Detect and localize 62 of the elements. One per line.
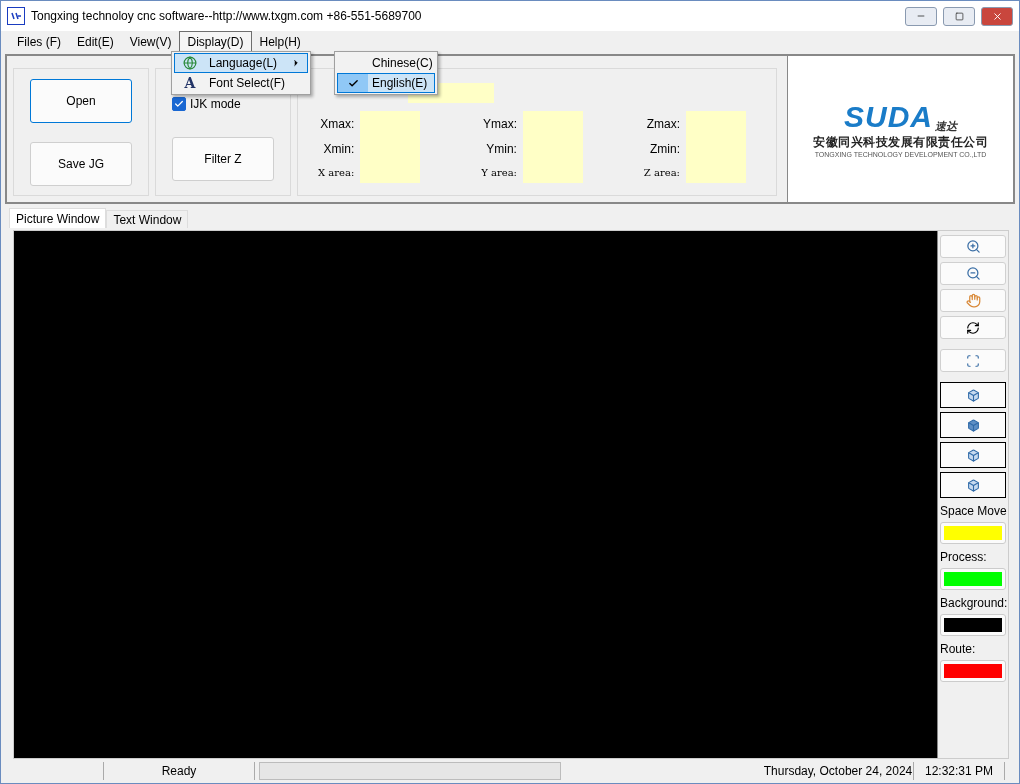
color-label: Space Move xyxy=(940,504,1006,518)
menu-item[interactable]: Files (F) xyxy=(9,31,69,52)
tab[interactable]: Picture Window xyxy=(9,208,107,228)
tool-button[interactable] xyxy=(940,412,1006,438)
filter-z-button[interactable]: Filter Z xyxy=(172,137,274,181)
area-label: X area: xyxy=(318,166,355,178)
value-field xyxy=(522,111,583,183)
check-icon xyxy=(174,99,184,109)
submenu-arrow-icon xyxy=(291,58,301,68)
value-field xyxy=(360,111,421,183)
area-label: Y area: xyxy=(481,166,517,178)
maximize-button[interactable] xyxy=(943,6,975,26)
menu-entry[interactable]: Language(L) xyxy=(174,53,308,73)
menu-item[interactable]: Edit(E) xyxy=(69,31,122,52)
min-label: Zmin: xyxy=(650,141,680,156)
min-label: Xmin: xyxy=(323,141,355,156)
status-time: 12:32:31 PM xyxy=(914,762,1005,780)
zoom-in-icon xyxy=(965,239,981,254)
cube-icon xyxy=(966,448,980,462)
menu-entry[interactable]: A Font Select(F) xyxy=(174,73,308,93)
hand-icon xyxy=(965,293,981,308)
tool-button[interactable] xyxy=(940,382,1006,408)
rotate-icon xyxy=(966,320,980,335)
menu-item[interactable]: View(V) xyxy=(121,31,180,52)
toolbar-button[interactable]: Open xyxy=(30,78,132,123)
font-icon: A xyxy=(184,75,196,91)
area-label: Z area: xyxy=(643,166,680,178)
brand-logo: SUDA xyxy=(844,100,933,134)
cube-icon xyxy=(966,388,980,402)
menu-item[interactable]: Help(H) xyxy=(251,31,309,52)
window-title: Tongxing technoloy cnc software--http://www.txgm.com +86-551-5689700 xyxy=(31,9,423,23)
max-label: Xmax: xyxy=(320,116,355,131)
globe-icon xyxy=(183,56,197,70)
cube-icon xyxy=(966,478,980,492)
brand-subtitle: 速达 xyxy=(935,119,957,134)
menu-entry[interactable]: Chinese(C) xyxy=(337,53,435,73)
close-icon xyxy=(991,10,1003,22)
maximize-icon xyxy=(954,11,964,21)
close-button[interactable] xyxy=(981,6,1013,26)
company-name: 安徽同兴科技发展有限责任公司 xyxy=(813,134,988,151)
value-field xyxy=(686,111,746,183)
toolbar-button[interactable]: Save JG xyxy=(30,141,132,186)
status-date: Thursday, October 24, 2024 xyxy=(763,762,914,780)
app-icon xyxy=(7,7,25,25)
color-label: Process: xyxy=(940,550,988,564)
color-label: Route: xyxy=(940,642,977,656)
minimize-button[interactable] xyxy=(905,6,937,26)
menu-entry[interactable]: English(E) xyxy=(337,73,435,93)
zoom-out-icon xyxy=(965,266,981,281)
status-text: Ready xyxy=(104,762,255,780)
tab[interactable]: Text Window xyxy=(106,210,189,228)
color-label: Background: xyxy=(940,596,1006,610)
min-label: Ymin: xyxy=(486,141,517,156)
max-label: Zmax: xyxy=(646,116,680,131)
ijk-mode-checkbox[interactable]: IJK mode xyxy=(172,97,241,111)
menu-item[interactable]: Display(D) xyxy=(179,31,252,52)
zoom-fit-icon xyxy=(966,353,980,368)
check-icon xyxy=(347,77,359,89)
cube-icon xyxy=(966,418,980,432)
max-label: Ymax: xyxy=(482,116,517,131)
tool-button[interactable] xyxy=(940,442,1006,468)
tool-button[interactable] xyxy=(940,472,1006,498)
